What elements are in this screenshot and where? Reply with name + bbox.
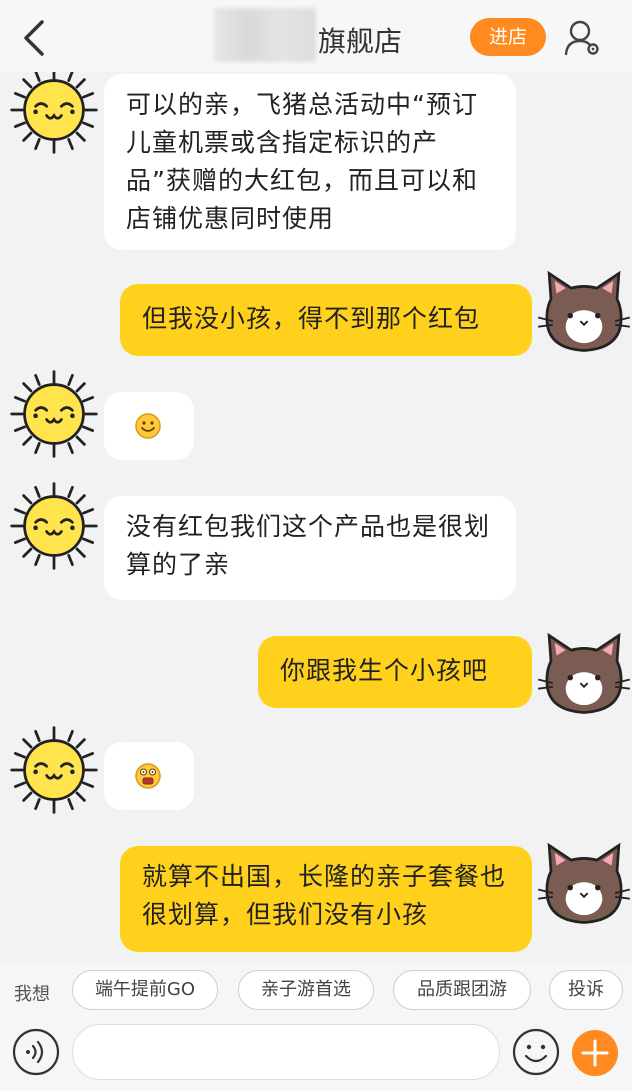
suggestion-chip[interactable]: 投诉	[549, 970, 623, 1010]
cat-avatar-icon[interactable]	[538, 630, 630, 718]
shocked-emoji-icon	[135, 763, 161, 789]
suggestions-label: 我想	[14, 984, 50, 1005]
message-bubble[interactable]: 没有红包我们这个产品也是很划算的了亲	[104, 496, 516, 600]
user-settings-icon[interactable]	[563, 18, 603, 58]
voice-icon[interactable]	[12, 1028, 60, 1076]
plus-icon[interactable]	[572, 1030, 618, 1076]
emoji-bubble[interactable]	[104, 742, 194, 810]
message-input[interactable]	[72, 1024, 500, 1080]
suggestion-chip[interactable]: 亲子游首选	[238, 970, 374, 1010]
shop-title: 旗舰店	[318, 25, 403, 58]
sun-avatar-icon[interactable]	[8, 72, 100, 156]
suggestion-chip[interactable]: 品质跟团游	[393, 970, 531, 1010]
quick-suggestions-bar: 我想 端午提前GO 亲子游首选 品质跟团游 投诉	[0, 962, 632, 1018]
back-arrow-icon[interactable]	[18, 18, 52, 58]
message-bubble[interactable]: 但我没小孩，得不到那个红包	[120, 284, 532, 356]
smile-emoji-icon	[135, 413, 161, 439]
blurred-shop-name	[214, 8, 316, 62]
message-bubble[interactable]: 你跟我生个小孩吧	[258, 636, 532, 708]
emoji-icon[interactable]	[512, 1028, 560, 1076]
input-bar	[0, 1018, 632, 1091]
chat-area[interactable]: 可以的亲，飞猪总活动中“预订儿童机票或含指定标识的产品”获赠的大红包，而且可以和…	[0, 72, 632, 962]
cat-avatar-icon[interactable]	[538, 268, 630, 356]
sun-avatar-icon[interactable]	[8, 480, 100, 572]
sun-avatar-icon[interactable]	[8, 724, 100, 816]
suggestion-chip[interactable]: 端午提前GO	[72, 970, 218, 1010]
message-bubble[interactable]: 就算不出国，长隆的亲子套餐也很划算，但我们没有小孩	[120, 846, 532, 952]
sun-avatar-icon[interactable]	[8, 368, 100, 460]
emoji-bubble[interactable]	[104, 392, 194, 460]
message-bubble[interactable]: 可以的亲，飞猪总活动中“预订儿童机票或含指定标识的产品”获赠的大红包，而且可以和…	[104, 74, 516, 250]
cat-avatar-icon[interactable]	[538, 840, 630, 928]
chat-header: 旗舰店 进店	[0, 0, 632, 72]
enter-store-button[interactable]: 进店	[470, 18, 546, 56]
